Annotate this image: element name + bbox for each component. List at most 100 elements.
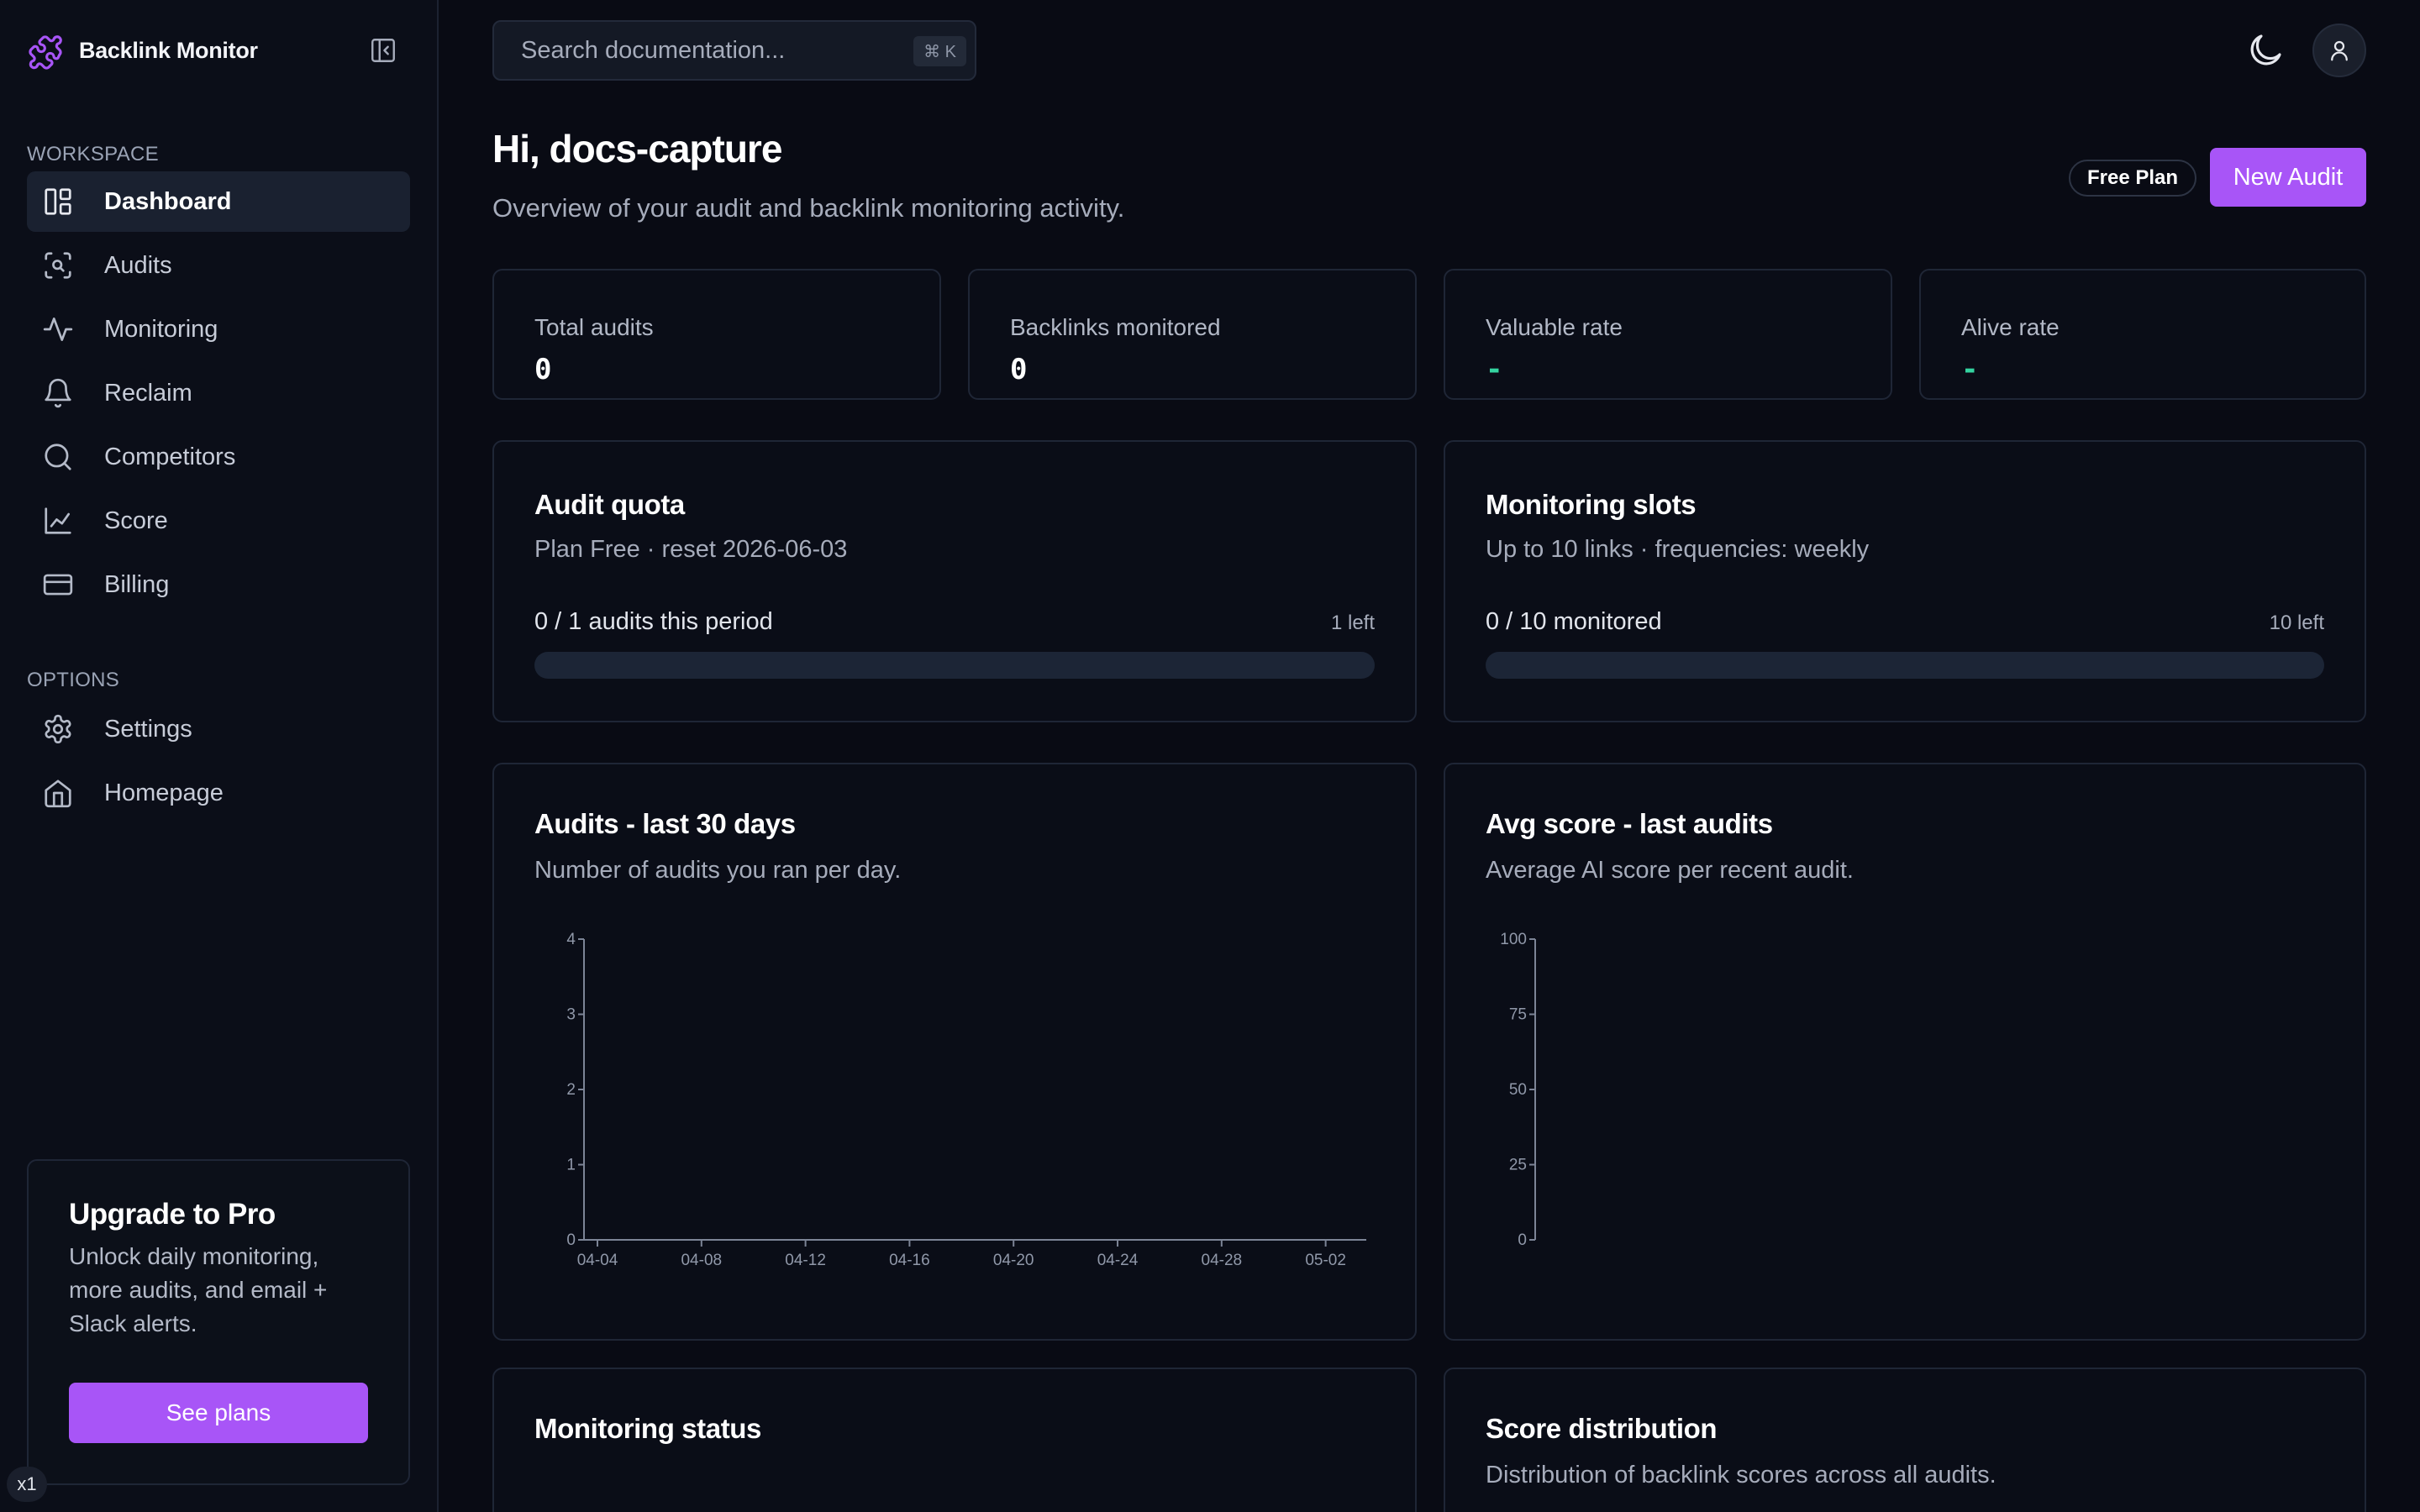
card-title: Monitoring status bbox=[534, 1413, 762, 1444]
upgrade-card: Upgrade to Pro Unlock daily monitoring, … bbox=[27, 1159, 410, 1485]
y-tick-label: 100 bbox=[1500, 931, 1527, 948]
sidebar: Backlink Monitor WORKSPACE Dashboard Aud… bbox=[0, 0, 439, 1512]
card-title: Score distribution bbox=[1486, 1413, 1718, 1444]
sidebar-item-homepage[interactable]: Homepage bbox=[27, 763, 410, 823]
theme-toggle-button[interactable] bbox=[2245, 30, 2286, 71]
sidebar-item-score[interactable]: Score bbox=[27, 491, 410, 551]
monitoring-slots-progress-bar bbox=[1486, 652, 2324, 679]
score-chart-card: Avg score - last audits Average AI score… bbox=[1444, 763, 2366, 1341]
score-chart: 0 25 50 75 100 bbox=[1500, 931, 1536, 1249]
stat-label: Alive rate bbox=[1961, 314, 2060, 340]
sidebar-item-label: Settings bbox=[104, 715, 192, 743]
page-title: Hi, docs-capture bbox=[492, 127, 782, 171]
sidebar-item-dashboard[interactable]: Dashboard bbox=[27, 171, 410, 232]
sidebar-item-label: Billing bbox=[104, 570, 170, 598]
stat-card-total-audits: Total audits 0 bbox=[492, 269, 941, 400]
y-tick-label: 50 bbox=[1509, 1081, 1527, 1099]
user-menu-button[interactable] bbox=[2312, 24, 2366, 77]
y-tick-label: 75 bbox=[1509, 1006, 1527, 1024]
brand[interactable]: Backlink Monitor bbox=[27, 29, 258, 72]
puzzle-logo-icon bbox=[29, 35, 62, 70]
gear-icon bbox=[45, 714, 71, 744]
sidebar-toggle-icon bbox=[371, 39, 395, 62]
x-tick-label: 04-28 bbox=[1202, 1252, 1243, 1269]
stat-card-backlinks-monitored: Backlinks monitored 0 bbox=[968, 269, 1417, 400]
remaining-count: 10 left bbox=[2269, 612, 2324, 634]
y-tick-label: 25 bbox=[1509, 1157, 1527, 1174]
sidebar-item-label: Homepage bbox=[104, 779, 224, 806]
sidebar-item-audits[interactable]: Audits bbox=[27, 235, 410, 296]
card-title: Audit quota bbox=[534, 489, 685, 520]
options-nav: Settings Homepage bbox=[27, 699, 410, 827]
y-tick-label: 1 bbox=[566, 1157, 576, 1174]
stat-label: Backlinks monitored bbox=[1010, 314, 1221, 340]
home-icon bbox=[45, 780, 71, 808]
zoom-badge[interactable]: x1 bbox=[7, 1467, 47, 1502]
search-icon bbox=[45, 444, 71, 470]
line-chart-icon bbox=[45, 507, 71, 534]
y-tick-label: 0 bbox=[1518, 1231, 1527, 1249]
moon-icon bbox=[2250, 34, 2281, 66]
user-icon bbox=[2331, 40, 2348, 61]
card-subtitle: Plan Free · reset 2026-06-03 bbox=[534, 536, 848, 563]
sidebar-item-label: Dashboard bbox=[104, 187, 232, 215]
brand-name: Backlink Monitor bbox=[79, 37, 258, 63]
audits-chart-card: Audits - last 30 days Number of audits y… bbox=[492, 763, 1417, 1341]
x-tick-label: 05-02 bbox=[1305, 1252, 1346, 1269]
monitoring-status-card: Monitoring status bbox=[492, 1368, 1417, 1512]
stat-card-valuable-rate: Valuable rate - bbox=[1444, 269, 1892, 400]
sidebar-item-settings[interactable]: Settings bbox=[27, 699, 410, 759]
sidebar-item-competitors[interactable]: Competitors bbox=[27, 427, 410, 487]
stat-value: 0 bbox=[534, 353, 552, 386]
progress-label: 0 / 10 monitored bbox=[1486, 608, 1662, 635]
monitoring-slots-card: Monitoring slots Up to 10 links · freque… bbox=[1444, 440, 2366, 722]
upgrade-text: Unlock daily monitoring, more audits, an… bbox=[69, 1243, 328, 1336]
stat-label: Total audits bbox=[534, 314, 654, 340]
activity-icon bbox=[43, 317, 73, 342]
stat-value: 0 bbox=[1010, 353, 1028, 386]
card-title: Monitoring slots bbox=[1486, 489, 1697, 520]
x-tick-label: 04-04 bbox=[577, 1252, 618, 1269]
bell-icon bbox=[45, 378, 71, 408]
workspace-nav: Dashboard Audits Monitoring Reclaim Comp… bbox=[27, 171, 410, 618]
sidebar-item-monitoring[interactable]: Monitoring bbox=[27, 299, 410, 360]
sidebar-item-label: Reclaim bbox=[104, 379, 192, 407]
y-tick-label: 3 bbox=[566, 1006, 576, 1024]
scan-icon bbox=[45, 252, 71, 279]
x-tick-label: 04-24 bbox=[1097, 1252, 1139, 1269]
audit-quota-card: Audit quota Plan Free · reset 2026-06-03… bbox=[492, 440, 1417, 722]
y-tick-label: 0 bbox=[566, 1231, 576, 1249]
stat-card-alive-rate: Alive rate - bbox=[1919, 269, 2366, 400]
x-tick-label: 04-20 bbox=[993, 1252, 1034, 1269]
new-audit-button[interactable]: New Audit bbox=[2210, 148, 2366, 207]
card-subtitle: Distribution of backlink scores across a… bbox=[1486, 1462, 1996, 1488]
audit-quota-progress-bar bbox=[534, 652, 1375, 679]
collapse-sidebar-button[interactable] bbox=[365, 35, 402, 66]
see-plans-button[interactable]: See plans bbox=[69, 1383, 368, 1443]
remaining-count: 1 left bbox=[1330, 612, 1375, 634]
y-tick-label: 4 bbox=[566, 931, 576, 948]
stat-value: - bbox=[1486, 353, 1503, 386]
progress-label: 0 / 1 audits this period bbox=[534, 608, 773, 635]
keyboard-shortcut: ⌘ K bbox=[913, 36, 966, 66]
stat-label: Valuable rate bbox=[1486, 314, 1623, 340]
sidebar-item-billing[interactable]: Billing bbox=[27, 554, 410, 615]
dashboard-icon bbox=[45, 188, 71, 215]
page-subtitle: Overview of your audit and backlink moni… bbox=[492, 193, 1125, 223]
sidebar-item-reclaim[interactable]: Reclaim bbox=[27, 363, 410, 423]
sidebar-item-label: Monitoring bbox=[104, 315, 218, 343]
credit-card-icon bbox=[43, 574, 73, 596]
sidebar-item-label: Audits bbox=[104, 251, 172, 279]
options-section-label: OPTIONS bbox=[27, 669, 120, 691]
card-subtitle: Up to 10 links · frequencies: weekly bbox=[1486, 536, 1870, 563]
sidebar-item-label: Competitors bbox=[104, 443, 236, 470]
score-distribution-card: Score distribution Distribution of backl… bbox=[1444, 1368, 2366, 1512]
search-input[interactable]: Search documentation... ⌘ K bbox=[492, 20, 976, 81]
audits-chart: 0 1 2 3 4 04-04 04-08 04-12 04-16 04-20 04-24 04-28… bbox=[566, 931, 1366, 1269]
y-tick-label: 2 bbox=[566, 1081, 576, 1099]
sidebar-item-label: Score bbox=[104, 507, 168, 534]
search-placeholder: Search documentation... bbox=[521, 36, 786, 64]
x-tick-label: 04-08 bbox=[681, 1252, 722, 1269]
workspace-section-label: WORKSPACE bbox=[27, 143, 159, 165]
x-tick-label: 04-12 bbox=[785, 1252, 826, 1269]
